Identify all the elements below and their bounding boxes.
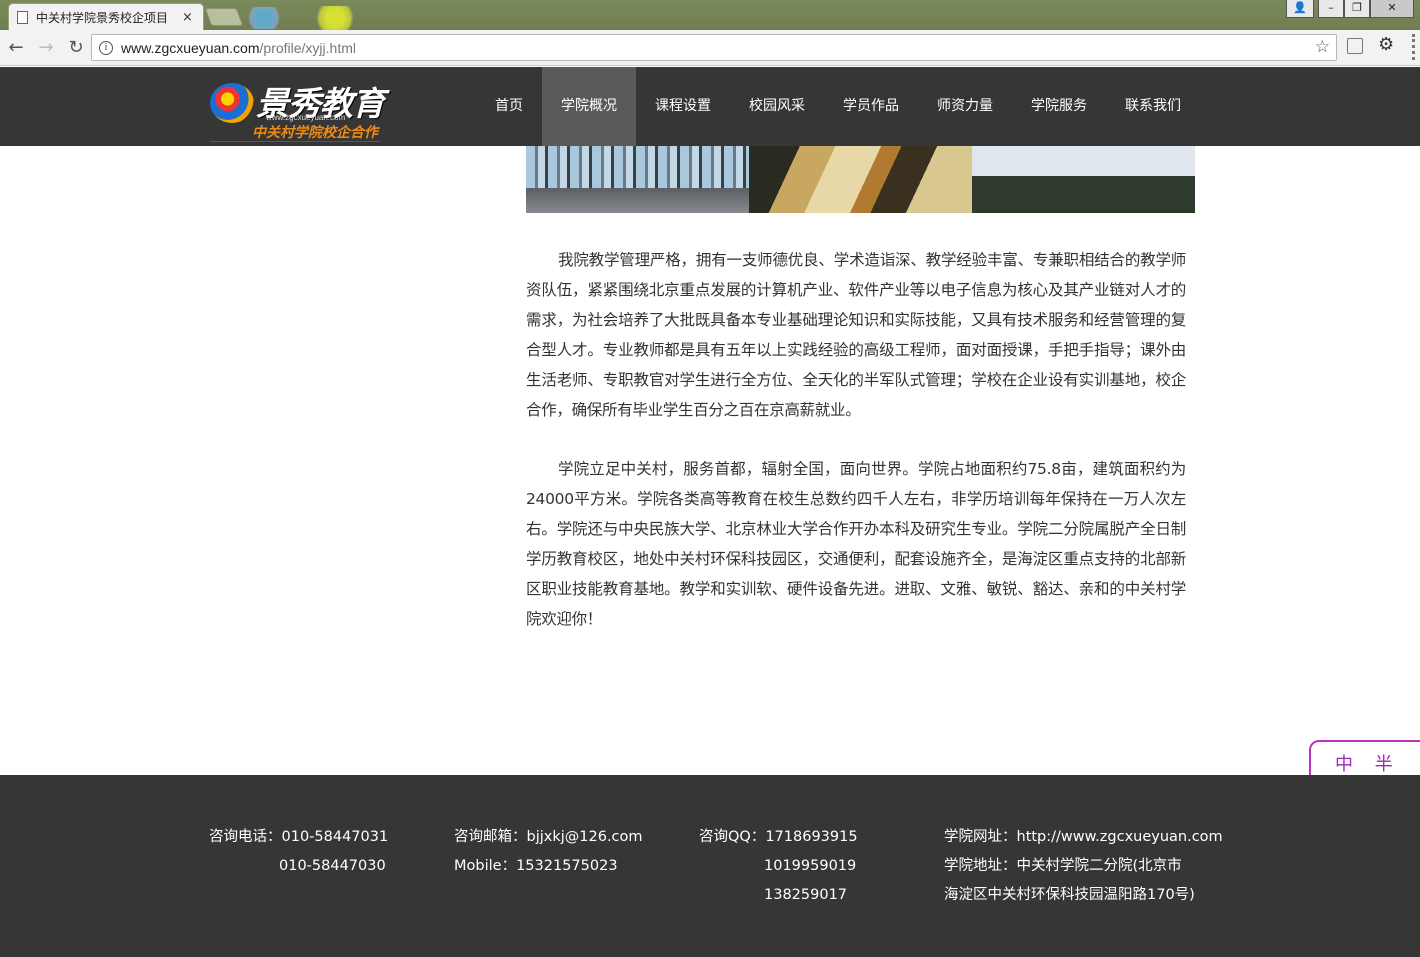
maximize-button[interactable]: ❐ <box>1344 0 1370 18</box>
footer-email: 咨询邮箱：bjjxkj@126.com Mobile：15321575023 <box>454 823 643 881</box>
mobile-label: Mobile： <box>454 858 517 874</box>
nav-item-services[interactable]: 学院服务 <box>1012 67 1106 146</box>
close-tab-icon[interactable]: × <box>182 10 193 25</box>
forward-button[interactable]: → <box>32 34 60 62</box>
extension-icon[interactable] <box>1347 38 1363 54</box>
email-link[interactable]: bjjxkj@126.com <box>527 829 643 845</box>
site-logo[interactable]: 景秀教育 www.zgcxueyuan.com 中关村学院校企合作 <box>208 75 385 142</box>
logo-underline <box>210 141 380 142</box>
phone-number: 010-58447031 <box>281 829 389 845</box>
main-nav: 首页 学院概况 课程设置 校园风采 学员作品 师资力量 学院服务 联系我们 <box>476 67 1200 146</box>
url-path: /profile/xyjj.html <box>259 39 356 56</box>
gear-icon[interactable]: ⚙ <box>1378 34 1394 55</box>
address-text: 中关村学院二分院(北京市 <box>1016 858 1182 874</box>
close-window-button[interactable]: ✕ <box>1370 0 1414 18</box>
article-body: 我院教学管理严格，拥有一支师德优良、学术造诣深、教学经验丰富、专兼职相结合的教学… <box>526 245 1186 663</box>
nav-item-courses[interactable]: 课程设置 <box>636 67 730 146</box>
qq-number: 1019959019 <box>764 858 857 874</box>
article-paragraph: 我院教学管理严格，拥有一支师德优良、学术造诣深、教学经验丰富、专兼职相结合的教学… <box>526 251 1186 419</box>
logo-url: www.zgcxueyuan.com <box>266 113 346 122</box>
window-controls: 👤 – ❐ ✕ <box>1286 0 1414 18</box>
site-link[interactable]: http://www.zgcxueyuan.com <box>1017 829 1223 845</box>
nav-item-about[interactable]: 学院概况 <box>542 67 636 146</box>
address-bar[interactable]: i www.zgcxueyuan.com/profile/xyjj.html ☆ <box>91 34 1337 61</box>
bookmark-star-icon[interactable]: ☆ <box>1315 37 1330 57</box>
phone-number: 010-58447030 <box>279 858 386 874</box>
campus-photo <box>526 146 749 213</box>
site-footer: 咨询电话：010-58447031 010-58447030 咨询邮箱：bjjx… <box>0 775 1420 957</box>
url-host: www.zgcxueyuan.com <box>121 39 260 56</box>
campus-photo <box>749 146 972 213</box>
mobile-number: 15321575023 <box>516 858 618 874</box>
new-tab-button[interactable] <box>204 8 244 26</box>
footer-qq: 咨询QQ：1718693915 1019959019 138259017 <box>699 823 858 910</box>
address-text: 海淀区中关村环保科技园温阳路170号) <box>944 887 1195 903</box>
photo-strip <box>526 146 1195 213</box>
site-label: 学院网址： <box>944 829 1017 845</box>
minimize-button[interactable]: – <box>1318 0 1344 18</box>
browser-tab[interactable]: 中关村学院景秀校企项目 × <box>8 3 204 31</box>
page-icon <box>17 11 28 24</box>
browser-titlebar: 中关村学院景秀校企项目 × 👤 – ❐ ✕ <box>0 0 1420 31</box>
nav-item-teachers[interactable]: 师资力量 <box>918 67 1012 146</box>
email-label: 咨询邮箱： <box>454 829 527 845</box>
titlebar-decoration <box>244 7 284 29</box>
user-icon[interactable]: 👤 <box>1286 0 1314 18</box>
campus-photo <box>972 146 1195 213</box>
qq-number: 138259017 <box>764 887 848 903</box>
url-text[interactable]: www.zgcxueyuan.com/profile/xyjj.html <box>121 40 356 56</box>
address-label: 学院地址： <box>944 858 1017 874</box>
footer-phone: 咨询电话：010-58447031 010-58447030 <box>209 823 388 881</box>
browser-menu-icon[interactable] <box>1412 34 1420 60</box>
browser-toolbar: ← → ↻ i www.zgcxueyuan.com/profile/xyjj.… <box>0 30 1420 66</box>
nav-item-campus[interactable]: 校园风采 <box>730 67 824 146</box>
nav-item-works[interactable]: 学员作品 <box>824 67 918 146</box>
phone-label: 咨询电话： <box>209 829 282 845</box>
titlebar-decoration <box>312 6 358 30</box>
article-paragraph: 学院立足中关村，服务首都，辐射全国，面向世界。学院占地面积约75.8亩，建筑面积… <box>526 460 1186 628</box>
nav-item-home[interactable]: 首页 <box>476 67 542 146</box>
info-icon[interactable]: i <box>99 40 113 55</box>
reload-button[interactable]: ↻ <box>62 34 90 62</box>
back-button[interactable]: ← <box>2 34 30 62</box>
qq-number: 1718693915 <box>765 829 858 845</box>
qq-label: 咨询QQ： <box>699 829 766 845</box>
nav-item-contact[interactable]: 联系我们 <box>1106 67 1200 146</box>
tab-title: 中关村学院景秀校企项目 <box>36 11 169 25</box>
logo-subtitle: 中关村学院校企合作 <box>252 125 378 141</box>
site-header: 景秀教育 www.zgcxueyuan.com 中关村学院校企合作 首页 学院概… <box>0 67 1420 146</box>
logo-emblem-icon <box>210 83 254 123</box>
footer-site: 学院网址：http://www.zgcxueyuan.com 学院地址：中关村学… <box>944 823 1223 910</box>
